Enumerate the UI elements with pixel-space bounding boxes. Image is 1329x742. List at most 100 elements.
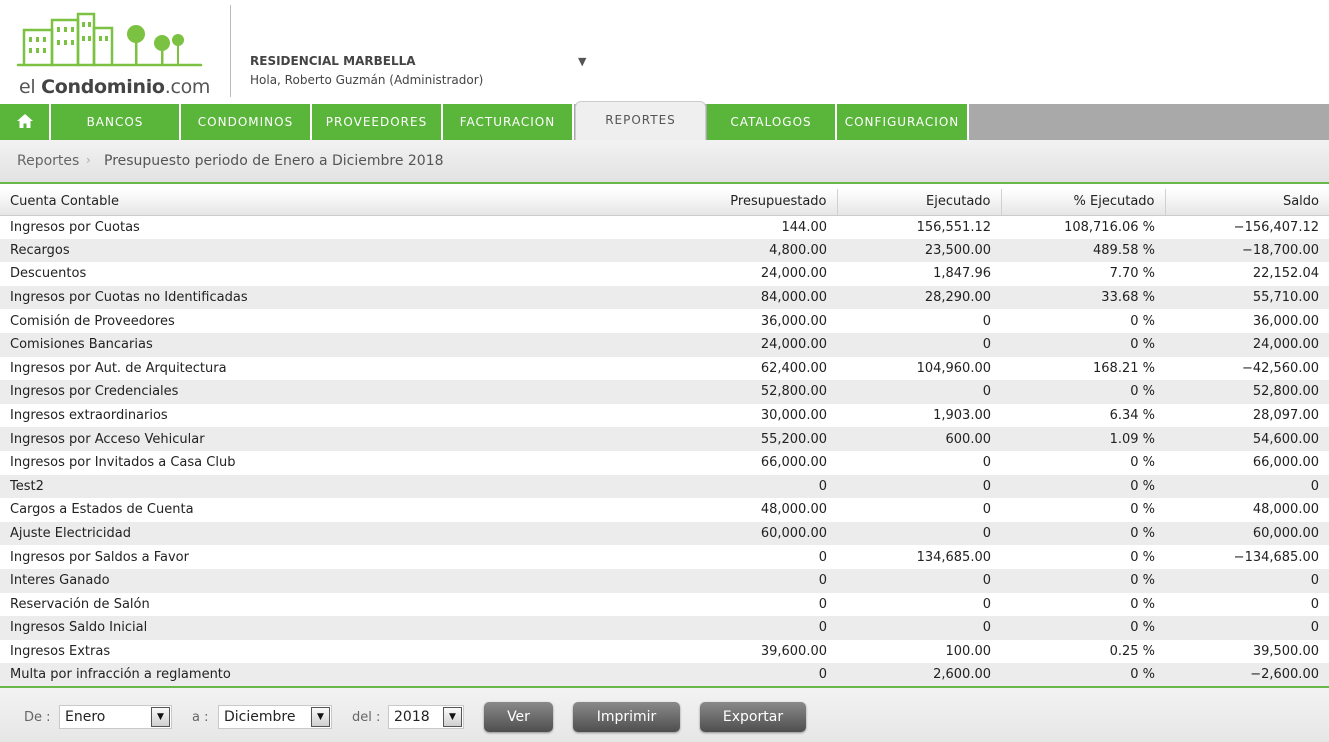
- table-row[interactable]: Interes Ganado 0 0 0 % 0: [0, 568, 1329, 593]
- cell-ejecutado: 1,903.00: [837, 403, 1001, 428]
- cell-porcentaje: 0 %: [1001, 592, 1165, 617]
- cell-saldo: −18,700.00: [1165, 238, 1329, 263]
- nav-reportes[interactable]: REPORTES: [575, 101, 706, 140]
- cell-presupuestado: 144.00: [672, 215, 837, 239]
- to-month-select[interactable]: Diciembre ▼: [218, 705, 332, 729]
- table-row[interactable]: Reservación de Salón 0 0 0 % 0: [0, 592, 1329, 617]
- cell-ejecutado: 0: [837, 332, 1001, 357]
- col-cuenta[interactable]: Cuenta Contable: [0, 189, 672, 216]
- nav-facturacion[interactable]: FACTURACION: [443, 104, 574, 140]
- breadcrumb-root[interactable]: Reportes: [17, 153, 79, 169]
- table-row[interactable]: Multa por infracción a reglamento 0 2,600.…: [0, 663, 1329, 688]
- nav-bancos[interactable]: BANCOS: [51, 104, 181, 140]
- cell-presupuestado: 0: [672, 545, 837, 569]
- breadcrumb-separator-icon: ›: [86, 153, 91, 167]
- table-row[interactable]: Ingresos por Cuotas no Identificadas 84,0…: [0, 285, 1329, 310]
- cell-cuenta: Ingresos por Aut. de Arquitectura: [0, 356, 672, 381]
- cell-presupuestado: 55,200.00: [672, 427, 837, 451]
- nav-proveedores[interactable]: PROVEEDORES: [312, 104, 443, 140]
- cell-porcentaje: 0 %: [1001, 616, 1165, 640]
- nav-catalogos[interactable]: CATALOGOS: [707, 104, 837, 140]
- cell-ejecutado: 23,500.00: [837, 238, 1001, 263]
- cell-ejecutado: 134,685.00: [837, 545, 1001, 569]
- cell-cuenta: Ingresos por Cuotas no Identificadas: [0, 285, 672, 310]
- cell-cuenta: Comisiones Bancarias: [0, 332, 672, 357]
- table-row[interactable]: Ingresos por Saldos a Favor 0 134,685.00 0 …: [0, 545, 1329, 569]
- print-button[interactable]: Imprimir: [573, 702, 680, 732]
- cell-ejecutado: 1,847.96: [837, 262, 1001, 286]
- cell-porcentaje: 108,716.06 %: [1001, 215, 1165, 239]
- logo-wordmark: el Condominio.com: [19, 76, 210, 98]
- cell-ejecutado: 104,960.00: [837, 356, 1001, 381]
- table-row[interactable]: Ingresos por Credenciales 52,800.00 0 0 % 52…: [0, 380, 1329, 404]
- cell-presupuestado: 24,000.00: [672, 262, 837, 286]
- cell-ejecutado: 0: [837, 309, 1001, 333]
- table-row[interactable]: Ingresos por Cuotas 144.00 156,551.12 108,7…: [0, 215, 1329, 239]
- col-porcentaje[interactable]: % Ejecutado: [1001, 189, 1166, 216]
- cell-saldo: 24,000.00: [1165, 332, 1329, 357]
- cell-presupuestado: 0: [672, 568, 837, 593]
- cell-presupuestado: 39,600.00: [672, 639, 837, 664]
- year-label: del :: [352, 710, 381, 725]
- cell-presupuestado: 0: [672, 474, 837, 499]
- cell-presupuestado: 0: [672, 592, 837, 617]
- cell-saldo: 28,097.00: [1165, 403, 1329, 428]
- cell-ejecutado: 100.00: [837, 639, 1001, 664]
- cell-cuenta: Ingresos por Saldos a Favor: [0, 545, 672, 569]
- chevron-down-icon[interactable]: ▼: [151, 707, 170, 727]
- cell-cuenta: Cargos a Estados de Cuenta: [0, 498, 672, 522]
- cell-porcentaje: 0 %: [1001, 521, 1165, 546]
- cell-presupuestado: 36,000.00: [672, 309, 837, 333]
- cell-cuenta: Test2: [0, 474, 672, 499]
- cell-ejecutado: 600.00: [837, 427, 1001, 451]
- export-button[interactable]: Exportar: [700, 702, 806, 732]
- cell-porcentaje: 0 %: [1001, 309, 1165, 333]
- table-row[interactable]: Ingresos Saldo Inicial 0 0 0 % 0: [0, 616, 1329, 640]
- cell-saldo: 39,500.00: [1165, 639, 1329, 664]
- chevron-down-icon[interactable]: ▼: [578, 56, 592, 68]
- table-row[interactable]: Ajuste Electricidad 60,000.00 0 0 % 60,000.0…: [0, 521, 1329, 546]
- cell-porcentaje: 0.25 %: [1001, 639, 1165, 664]
- condominio-logo[interactable]: el Condominio.com: [16, 10, 210, 98]
- table-row[interactable]: Test2 0 0 0 % 0: [0, 474, 1329, 499]
- view-button[interactable]: Ver: [484, 702, 553, 732]
- logo-buildings-icon: [16, 12, 203, 67]
- cell-presupuestado: 66,000.00: [672, 450, 837, 475]
- org-name[interactable]: RESIDENCIAL MARBELLA: [250, 54, 416, 68]
- nav-home[interactable]: [0, 104, 51, 140]
- table-row[interactable]: Comisión de Proveedores 36,000.00 0 0 % 36,0…: [0, 309, 1329, 333]
- header-divider: [230, 5, 231, 97]
- main-nav: BANCOS CONDOMINOS PROVEEDORES FACTURACIO…: [0, 101, 1329, 140]
- cell-cuenta: Ingresos por Invitados a Casa Club: [0, 450, 672, 475]
- table-row[interactable]: Ingresos Extras 39,600.00 100.00 0.25 % 39,5…: [0, 639, 1329, 664]
- cell-porcentaje: 0 %: [1001, 545, 1165, 569]
- table-row[interactable]: Cargos a Estados de Cuenta 48,000.00 0 0 % 4…: [0, 498, 1329, 522]
- chevron-down-icon[interactable]: ▼: [311, 707, 330, 727]
- col-presupuestado[interactable]: Presupuestado: [672, 189, 838, 216]
- cell-ejecutado: 0: [837, 474, 1001, 499]
- table-row[interactable]: Ingresos extraordinarios 30,000.00 1,903.0…: [0, 403, 1329, 428]
- chevron-down-icon[interactable]: ▼: [443, 707, 462, 727]
- table-row[interactable]: Ingresos por Aut. de Arquitectura 62,400.…: [0, 356, 1329, 381]
- logo-bold: Condominio: [41, 76, 165, 98]
- cell-porcentaje: 1.09 %: [1001, 427, 1165, 451]
- table-row[interactable]: Ingresos por Invitados a Casa Club 66,000…: [0, 450, 1329, 475]
- cell-porcentaje: 0 %: [1001, 380, 1165, 404]
- from-month-select[interactable]: Enero ▼: [59, 705, 172, 729]
- cell-saldo: 0: [1165, 616, 1329, 640]
- nav-condominos[interactable]: CONDOMINOS: [181, 104, 312, 140]
- year-select[interactable]: 2018 ▼: [388, 705, 464, 729]
- col-ejecutado[interactable]: Ejecutado: [837, 189, 1002, 216]
- cell-presupuestado: 48,000.00: [672, 498, 837, 522]
- cell-saldo: 54,600.00: [1165, 427, 1329, 451]
- table-row[interactable]: Ingresos por Acceso Vehicular 55,200.00 60…: [0, 427, 1329, 451]
- cell-porcentaje: 6.34 %: [1001, 403, 1165, 428]
- table-row[interactable]: Recargos 4,800.00 23,500.00 489.58 % −18,700…: [0, 238, 1329, 263]
- nav-configuracion[interactable]: CONFIGURACION: [837, 104, 969, 140]
- col-saldo[interactable]: Saldo: [1165, 189, 1329, 216]
- table-row[interactable]: Comisiones Bancarias 24,000.00 0 0 % 24,000.…: [0, 332, 1329, 357]
- cell-cuenta: Multa por infracción a reglamento: [0, 663, 672, 688]
- cell-saldo: 0: [1165, 568, 1329, 593]
- cell-saldo: 52,800.00: [1165, 380, 1329, 404]
- table-row[interactable]: Descuentos 24,000.00 1,847.96 7.70 % 22,152.…: [0, 262, 1329, 286]
